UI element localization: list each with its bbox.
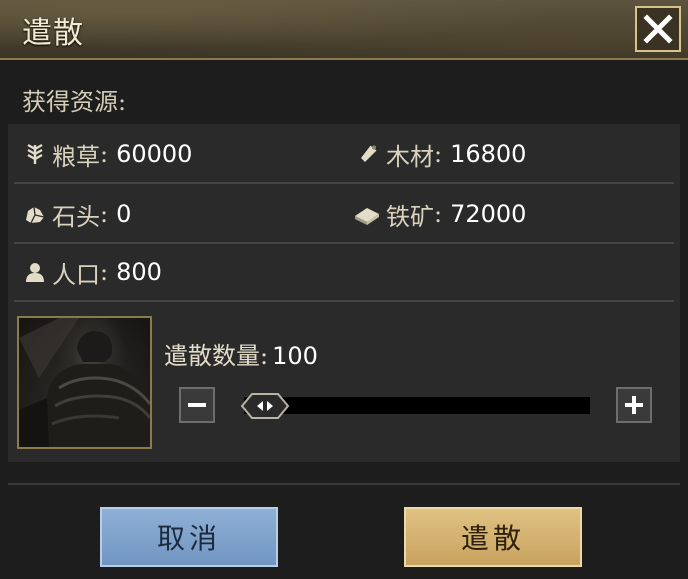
wood-icon <box>356 141 382 167</box>
dismiss-quantity-label: 遣散数量: <box>164 342 269 370</box>
title-bar: 遣散 <box>0 0 688 60</box>
resource-wood: 木材 : 16800 <box>356 134 526 174</box>
population-icon <box>22 259 48 285</box>
resource-value: 800 <box>116 258 162 286</box>
resource-label: 粮草 <box>52 142 100 171</box>
close-button[interactable] <box>635 6 681 52</box>
resource-label: 石头 <box>52 202 100 231</box>
row-divider <box>14 300 674 302</box>
iron-icon <box>352 201 382 227</box>
row-divider <box>14 182 674 184</box>
label-colon: : <box>100 258 109 286</box>
resource-grain: 粮草 : 60000 <box>22 134 192 174</box>
label-colon: : <box>434 140 443 168</box>
cancel-button[interactable]: 取消 <box>100 507 278 567</box>
minus-icon <box>188 403 206 407</box>
resource-label: 铁矿 <box>386 202 434 231</box>
dismiss-confirm-button[interactable]: 遣散 <box>404 507 582 567</box>
label-colon: : <box>100 200 109 228</box>
plus-icon <box>625 396 643 414</box>
resource-population: 人口 : 800 <box>22 252 162 292</box>
resource-stone: 石头 : 0 <box>22 194 131 234</box>
decrease-button[interactable] <box>179 387 215 423</box>
resource-label: 木材 <box>386 142 434 171</box>
dismiss-dialog: 遣散 获得资源: 粮草 : 60000 木材: 16800 石头: 0 铁矿… <box>0 0 688 579</box>
slider-arrows-icon <box>240 393 290 419</box>
dismiss-quantity: 遣散数量: 100 <box>164 336 318 371</box>
increase-button[interactable] <box>616 387 652 423</box>
dismiss-quantity-value: 100 <box>272 342 318 370</box>
resources-section-label: 获得资源: <box>22 88 127 116</box>
row-divider <box>14 242 674 244</box>
label-colon: : <box>100 140 109 168</box>
resource-value: 72000 <box>450 200 527 228</box>
resource-value: 0 <box>116 200 132 228</box>
label-colon: : <box>434 200 443 228</box>
quantity-slider-thumb[interactable] <box>240 392 290 420</box>
resource-value: 60000 <box>116 140 193 168</box>
grain-icon <box>22 141 48 167</box>
quantity-slider-track[interactable] <box>244 397 590 414</box>
stone-icon <box>22 201 48 227</box>
soldier-silhouette <box>19 318 150 447</box>
dialog-title: 遣散 <box>22 16 84 51</box>
close-icon <box>643 14 673 44</box>
footer-divider <box>8 483 680 485</box>
resource-iron: 铁矿 : 72000 <box>352 194 526 234</box>
resource-label: 人口 <box>52 260 100 289</box>
unit-portrait <box>17 316 152 449</box>
resource-value: 16800 <box>450 140 527 168</box>
